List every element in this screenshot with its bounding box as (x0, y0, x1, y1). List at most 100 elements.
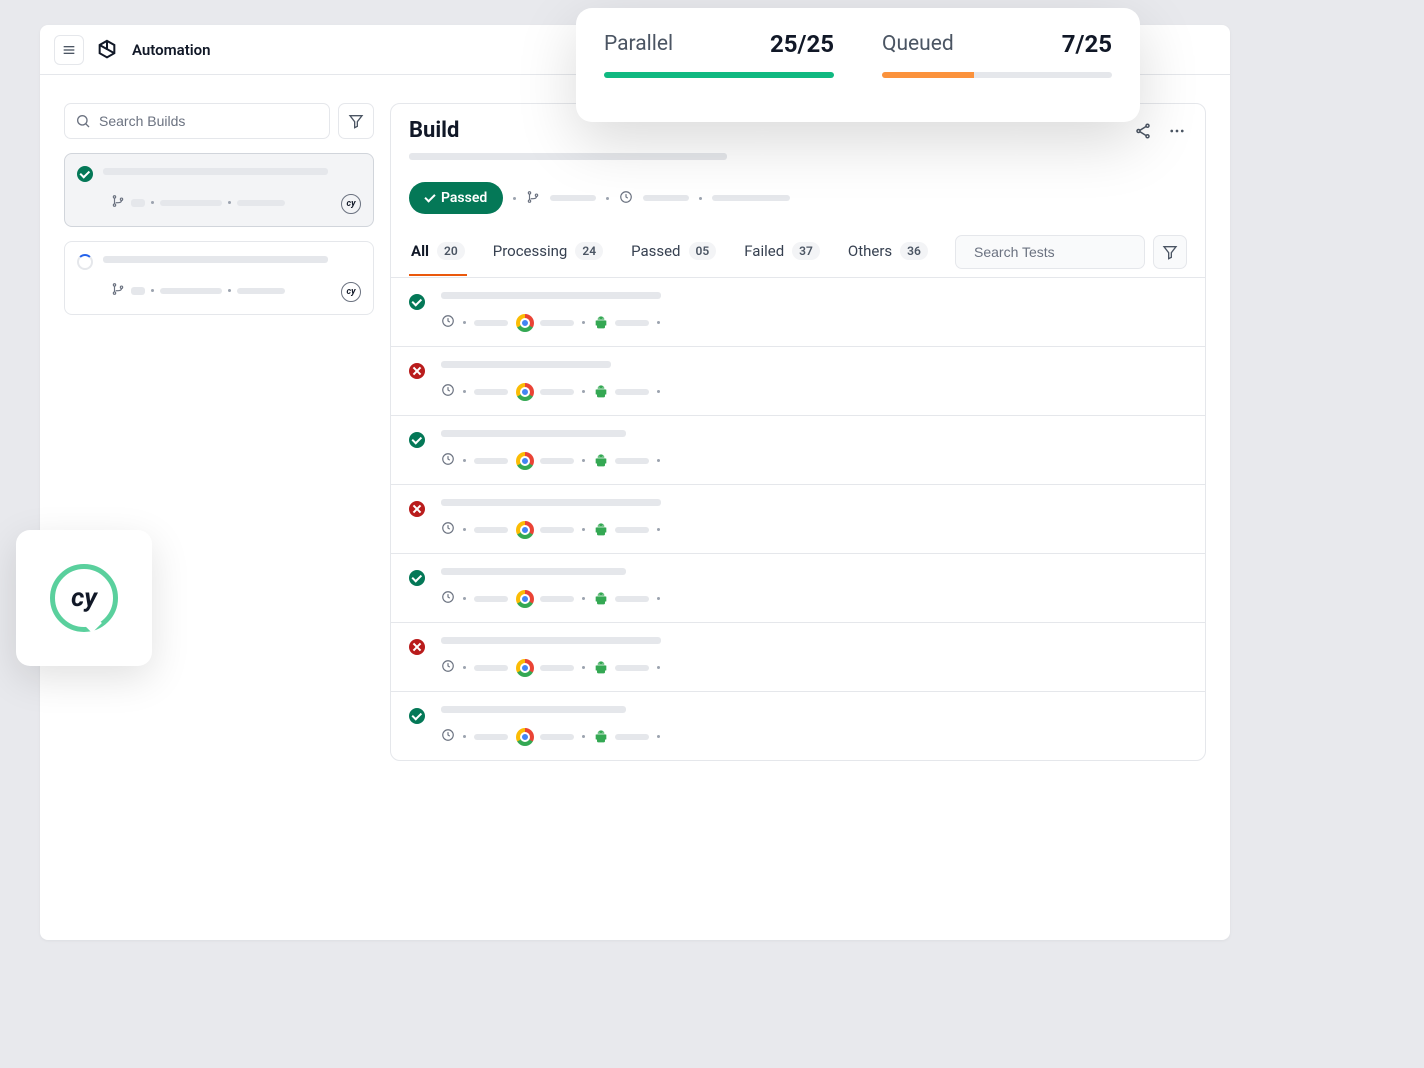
browser-chip (516, 383, 574, 401)
chrome-icon (516, 452, 534, 470)
skeleton-line (550, 195, 596, 201)
search-tests-field[interactable] (955, 235, 1145, 269)
share-icon (1134, 122, 1152, 140)
chrome-icon (516, 659, 534, 677)
skeleton-line (540, 458, 574, 464)
search-builds-field[interactable] (64, 103, 330, 139)
tab-all[interactable]: All20 (409, 228, 467, 276)
chrome-icon (516, 521, 534, 539)
test-row[interactable] (391, 485, 1205, 554)
branch-icon (111, 281, 125, 300)
browser-chip (516, 659, 574, 677)
separator-dot (463, 597, 466, 600)
filter-tests-button[interactable] (1153, 235, 1187, 269)
build-list-item[interactable]: cy (64, 241, 374, 315)
tab-processing[interactable]: Processing24 (491, 228, 605, 276)
separator-dot (582, 321, 585, 324)
skeleton-line (474, 389, 508, 395)
metric-label: Parallel (604, 32, 673, 56)
test-body (441, 499, 1187, 539)
build-actions (1133, 121, 1187, 141)
status-label: Passed (441, 190, 487, 206)
tab-label: All (411, 242, 429, 260)
os-chip (593, 660, 649, 676)
clock-icon (441, 382, 455, 401)
more-icon (1168, 122, 1186, 140)
skeleton-line (540, 527, 574, 533)
status-badge (409, 499, 425, 539)
tab-others[interactable]: Others36 (846, 228, 930, 276)
test-meta (441, 727, 1187, 746)
metric-value: 7/25 (1062, 30, 1112, 58)
cypress-badge-icon: cy (341, 282, 361, 302)
test-row[interactable] (391, 692, 1205, 760)
search-builds-input[interactable] (99, 113, 319, 129)
main-pane: Build (390, 103, 1206, 761)
separator-dot (657, 597, 660, 600)
chrome-icon (516, 383, 534, 401)
skeleton-line (615, 458, 649, 464)
skeleton-line (615, 527, 649, 533)
skeleton-line (615, 665, 649, 671)
skeleton-line (615, 734, 649, 740)
test-row[interactable] (391, 347, 1205, 416)
queued-metric: Queued 7/25 (882, 30, 1112, 104)
parallel-metric: Parallel 25/25 (604, 30, 834, 104)
browser-chip (516, 590, 574, 608)
test-row[interactable] (391, 554, 1205, 623)
build-title: Build (409, 118, 459, 143)
test-meta (441, 451, 1187, 470)
test-body (441, 361, 1187, 401)
test-row[interactable] (391, 278, 1205, 347)
share-button[interactable] (1133, 121, 1153, 141)
test-body (441, 706, 1187, 746)
skeleton-line (237, 288, 285, 294)
metric-label: Queued (882, 32, 954, 56)
tab-passed[interactable]: Passed05 (629, 228, 718, 276)
test-body (441, 637, 1187, 677)
status-row: Passed (409, 182, 1187, 214)
skeleton-line (474, 458, 508, 464)
skeleton-line (474, 320, 508, 326)
separator-dot (657, 666, 660, 669)
separator-dot (463, 321, 466, 324)
search-tests-row (955, 227, 1187, 277)
menu-button[interactable] (54, 35, 84, 65)
test-body (441, 430, 1187, 470)
os-chip (593, 729, 649, 745)
fail-icon (409, 363, 425, 379)
status-badge (409, 637, 425, 677)
tab-failed[interactable]: Failed37 (742, 228, 822, 276)
skeleton-line (474, 665, 508, 671)
search-tests-input[interactable] (974, 244, 1155, 260)
search-icon (75, 113, 91, 129)
separator-dot (582, 666, 585, 669)
skeleton-line (103, 256, 328, 263)
cypress-card: cy (16, 530, 152, 666)
build-meta (111, 193, 359, 212)
skeleton-line (441, 637, 661, 644)
separator-dot (606, 197, 609, 200)
test-row[interactable] (391, 416, 1205, 485)
filter-builds-button[interactable] (338, 103, 374, 139)
skeleton-line (441, 568, 626, 575)
metric-value: 25/25 (770, 30, 834, 58)
clock-icon (441, 727, 455, 746)
build-list-item[interactable]: cy (64, 153, 374, 227)
filter-icon (1162, 244, 1178, 260)
skeleton-line (237, 200, 285, 206)
android-icon (593, 384, 609, 400)
android-icon (593, 591, 609, 607)
more-button[interactable] (1167, 121, 1187, 141)
skeleton-line (615, 389, 649, 395)
separator-dot (582, 390, 585, 393)
separator-dot (463, 390, 466, 393)
branch-icon (111, 193, 125, 212)
test-rows (391, 278, 1205, 760)
separator-dot (513, 197, 516, 200)
brand-title: Automation (132, 41, 211, 59)
skeleton-line (474, 596, 508, 602)
test-meta (441, 520, 1187, 539)
test-row[interactable] (391, 623, 1205, 692)
os-chip (593, 453, 649, 469)
